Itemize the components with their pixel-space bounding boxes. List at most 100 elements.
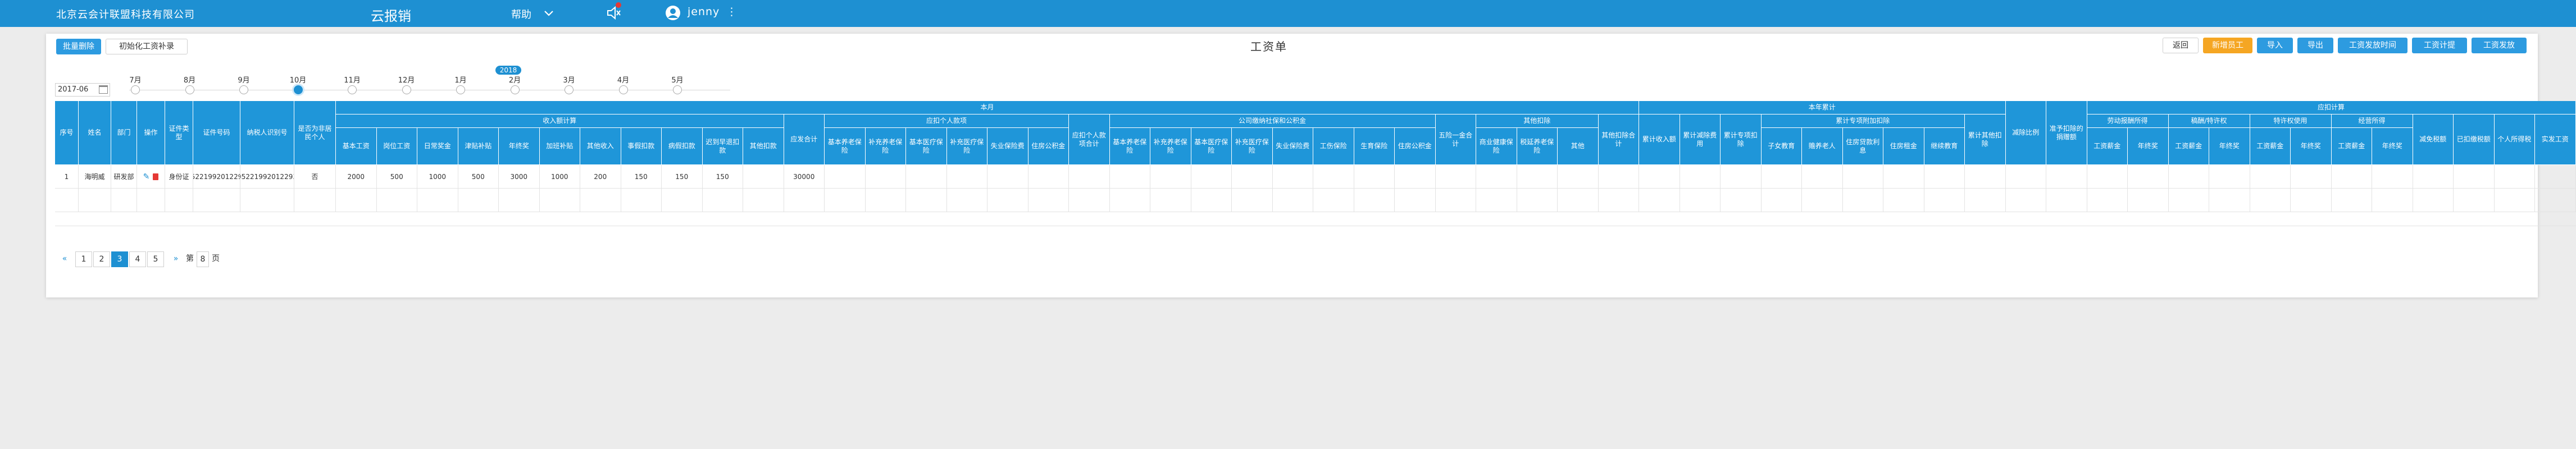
group-header: 应扣个人款项 [825,114,1069,128]
column-header: 其他 [1558,128,1599,165]
salary-accrual-button[interactable]: 工资计提 [2412,38,2467,53]
table-cell [2413,165,2454,189]
column-header: 补充养老保险 [865,128,906,165]
table-cell [1028,189,1069,212]
table-cell [1598,189,1639,212]
help-menu[interactable]: 帮助 [511,7,531,21]
table-cell [906,165,947,189]
page-1-button[interactable]: 1 [75,251,92,267]
init-records-button[interactable]: 初始化工资补录 [106,39,188,54]
month-node[interactable] [348,85,357,94]
delete-icon[interactable] [153,173,159,180]
group-header: 公司缴纳社保和公积金 [1109,114,1436,128]
table-cell: 42052219920122930E [193,165,240,189]
table-cell [1517,165,1558,189]
avatar[interactable] [666,6,680,20]
table-cell [1558,189,1599,212]
table-cell: 500 [458,165,499,189]
column-header: 累计减除费用 [1680,114,1721,165]
table-cell [2331,189,2372,212]
username[interactable]: jenny [688,6,720,18]
table-cell [825,165,866,189]
column-header: 已扣缴税额 [2454,114,2495,165]
table-cell [1965,189,2006,212]
month-node[interactable] [293,85,303,94]
table-cell [1435,165,1476,189]
page-4-button[interactable]: 4 [129,251,146,267]
table-cell [946,189,987,212]
column-header: 工伤保险 [1313,128,1354,165]
table-cell [1395,189,1436,212]
more-icon[interactable]: ⋮ [726,6,737,18]
table-cell [825,189,866,212]
table-cell [1883,165,1924,189]
table-cell [1313,165,1354,189]
column-header: 年终奖 [2209,128,2250,165]
edit-icon[interactable]: ✎ [143,173,150,181]
month-node[interactable] [131,85,140,94]
month-node[interactable] [456,85,465,94]
table-cell [1354,189,1395,212]
table-cell [2413,189,2454,212]
month-label: 2月 [508,76,521,85]
month-label: 3月 [563,76,575,85]
column-header: 基本养老保险 [825,128,866,165]
table-cell [2209,165,2250,189]
month-node[interactable] [618,85,628,94]
month-node[interactable] [185,85,194,94]
back-button[interactable]: 返回 [2163,38,2199,53]
table-cell: 30000 [784,165,825,189]
table-cell [1924,165,1965,189]
column-header: 住房租金 [1883,128,1924,165]
chevron-down-icon[interactable] [543,7,555,19]
table-cell [1028,165,1069,189]
month-label: 8月 [183,76,196,85]
column-header: 基本医疗保险 [906,128,947,165]
table-cell [2046,189,2087,212]
calendar-icon[interactable] [99,85,108,94]
month-node[interactable] [402,85,411,94]
notification-badge [616,2,621,8]
add-employee-button[interactable]: 新增员工 [2203,38,2252,53]
table-cell [1476,165,1517,189]
pay-time-button[interactable]: 工资发放时间 [2338,38,2407,53]
table-cell [2128,165,2169,189]
year-picker[interactable]: 2017-06 [55,83,110,97]
next-page-button[interactable]: » [167,251,184,267]
prev-page-button[interactable]: « [56,251,73,267]
column-header: 准予扣除的捐赠额 [2046,101,2087,165]
column-header: 应扣个人款项合计 [1069,114,1110,165]
table-cell: 150 [621,165,662,189]
page-5-button[interactable]: 5 [147,251,164,267]
month-node[interactable] [565,85,574,94]
table-cell [55,189,79,212]
table-cell [1965,165,2006,189]
jump-page-input[interactable]: 8 [197,251,209,267]
table-cell [1680,165,1721,189]
table-cell [1802,189,1843,212]
column-header: 姓名 [79,101,111,165]
table-cell [1354,165,1395,189]
column-header: 序号 [55,101,79,165]
month-node[interactable] [673,85,682,94]
month-node[interactable] [239,85,248,94]
column-header: 事假扣款 [621,128,662,165]
month-label: 4月 [617,76,630,85]
column-header: 生育保险 [1354,128,1395,165]
export-button[interactable]: 导出 [2297,38,2333,53]
month-node[interactable] [510,85,520,94]
column-header: 赡养老人 [1802,128,1843,165]
table-cell [1232,165,1273,189]
table-cell [1476,189,1517,212]
batch-delete-button[interactable]: 批量删除 [56,39,101,54]
year-value: 2017-06 [58,85,89,94]
table-cell [906,189,947,212]
import-button[interactable]: 导入 [2257,38,2293,53]
table-cell [2535,165,2576,189]
salary-payout-button[interactable]: 工资发放 [2472,38,2527,53]
table-cell [1150,189,1191,212]
page-2-button[interactable]: 2 [93,251,110,267]
page-3-button[interactable]: 3 [111,251,128,267]
table-cell: 3000 [499,165,540,189]
table-cell [2005,189,2046,212]
